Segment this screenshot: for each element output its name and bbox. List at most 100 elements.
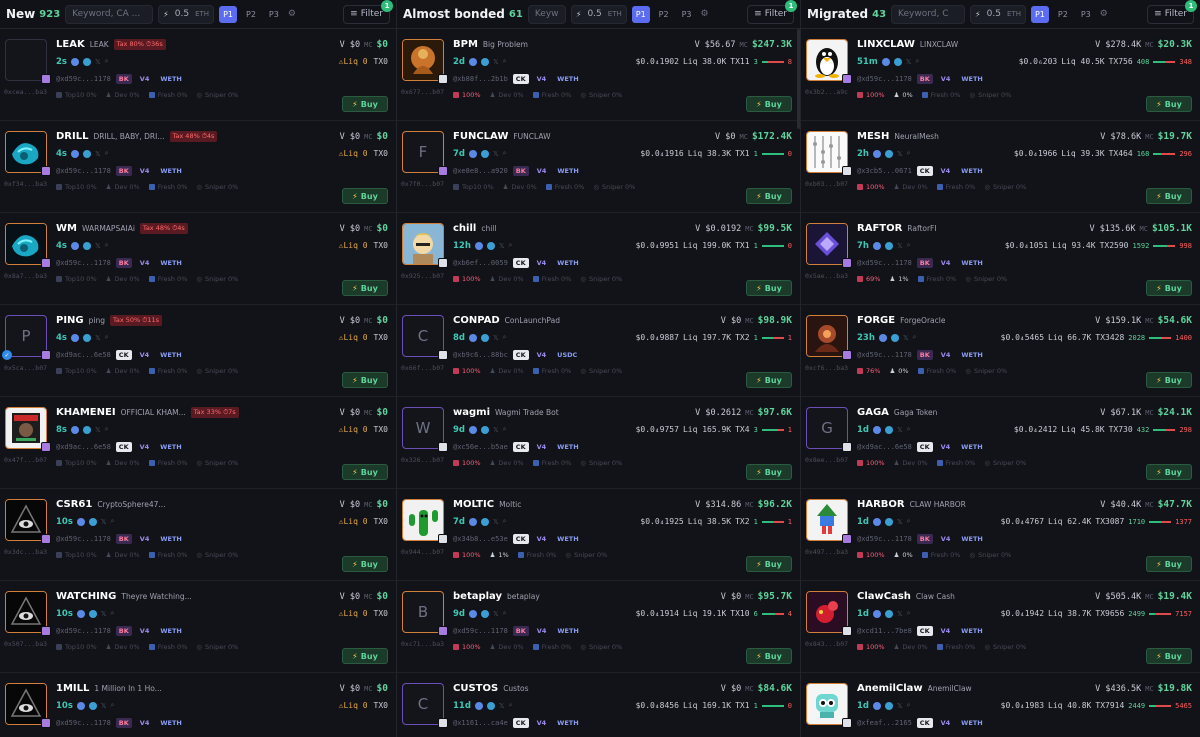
dev-wallet[interactable]: @xd9ac...6e58	[56, 351, 111, 359]
token-card[interactable]: 0x507...ba3 WATCHING Theyre Watching... V $…	[0, 581, 396, 673]
contract-address[interactable]: 0xcf6...ba3	[805, 364, 848, 372]
token-card[interactable]: F 0x7f0...b07 FUNCLAW FUNCLAW V $0 MC $172.4K 7…	[397, 121, 800, 213]
twitter-icon[interactable]: 𝕏	[897, 150, 903, 158]
twitter-icon[interactable]: 𝕏	[493, 58, 499, 66]
twitter-icon[interactable]: 𝕏	[499, 242, 505, 250]
token-card[interactable]: 0x5ae...ba3 RAFTOR RaftorFI V $135.6K MC $105…	[801, 213, 1200, 305]
buy-amount-input[interactable]: ⚡ 0.5 ETH	[570, 4, 627, 24]
contract-address[interactable]: 0x8a7...ba3	[4, 272, 47, 280]
dev-wallet[interactable]: @xfeaf...2165	[857, 719, 912, 727]
preset-p2[interactable]: P2	[242, 6, 260, 23]
contract-address[interactable]: 0x925...b07	[401, 272, 444, 280]
search-icon[interactable]: ⌕	[105, 425, 109, 434]
buy-button[interactable]: ⚡ Buy	[1146, 464, 1192, 480]
dev-wallet[interactable]: @xd59c...1178	[453, 627, 508, 635]
twitter-icon[interactable]: 𝕏	[95, 58, 101, 66]
buy-button[interactable]: ⚡ Buy	[746, 556, 792, 572]
globe-icon[interactable]	[82, 425, 91, 434]
globe-icon[interactable]	[893, 57, 902, 66]
search-icon[interactable]: ⌕	[105, 333, 109, 342]
globe-icon[interactable]	[885, 517, 893, 526]
token-symbol[interactable]: ClawCash	[857, 591, 911, 602]
globe-icon[interactable]	[481, 609, 489, 618]
contract-address[interactable]: 0xcea...ba3	[4, 88, 47, 96]
contract-address[interactable]: 0x47f...b07	[4, 456, 47, 464]
dev-wallet[interactable]: @xd59c...1178	[56, 75, 111, 83]
buy-button[interactable]: ⚡ Buy	[342, 372, 388, 388]
search-icon[interactable]: ⌕	[913, 333, 917, 342]
buy-amount-input[interactable]: ⚡ 0.5 ETH	[970, 4, 1026, 24]
token-card[interactable]: P ✓ 0x5ca...b07 PING ping Tax 50% ⏱11s V $0 MC $…	[0, 305, 396, 397]
token-symbol[interactable]: WATCHING	[56, 591, 116, 602]
buy-button[interactable]: ⚡ Buy	[1146, 96, 1192, 112]
globe-icon[interactable]	[82, 333, 91, 342]
search-icon[interactable]: ⌕	[111, 701, 115, 710]
token-card[interactable]: 0x8a7...ba3 WM WARMAPSAIAi Tax 48% ⏱4s V $0 M…	[0, 213, 396, 305]
globe-icon[interactable]	[481, 425, 489, 434]
avatar-wrapper[interactable]: F	[402, 131, 448, 176]
globe-icon[interactable]	[885, 609, 893, 618]
dev-wallet[interactable]: @xb6ef...0059	[453, 259, 508, 267]
twitter-icon[interactable]: 𝕏	[95, 150, 101, 158]
token-card[interactable]: 0xb03...b07 MESH NeuralMesh V $78.6K MC $19.7…	[801, 121, 1200, 213]
globe-icon[interactable]	[88, 517, 97, 526]
token-symbol[interactable]: PING	[56, 315, 84, 326]
twitter-icon[interactable]: 𝕏	[897, 426, 903, 434]
search-icon[interactable]: ⌕	[907, 701, 911, 710]
search-icon[interactable]: ⌕	[907, 149, 911, 158]
twitter-icon[interactable]: 𝕏	[493, 150, 499, 158]
gear-icon[interactable]: ⚙	[701, 9, 709, 19]
buy-button[interactable]: ⚡ Buy	[746, 648, 792, 664]
search-icon[interactable]: ⌕	[105, 149, 109, 158]
token-symbol[interactable]: FUNCLAW	[453, 131, 508, 142]
globe-icon[interactable]	[885, 425, 893, 434]
token-card[interactable]: 0x677...b07 BPM Big Problem V $56.67 MC $247.…	[397, 29, 800, 121]
buy-button[interactable]: ⚡ Buy	[342, 464, 388, 480]
search-icon[interactable]: ⌕	[111, 609, 115, 618]
buy-button[interactable]: ⚡ Buy	[746, 188, 792, 204]
twitter-icon[interactable]: 𝕏	[897, 518, 903, 526]
token-card[interactable]: 0x944...b07 MOLTIC Moltic V $314.86 MC $96.2K…	[397, 489, 800, 581]
avatar-wrapper[interactable]	[5, 683, 51, 728]
token-card[interactable]: 0x47f...b07 KHAMENEI OFFICIAL KHAM... Tax 3…	[0, 397, 396, 489]
avatar-wrapper[interactable]	[5, 591, 51, 636]
avatar-wrapper[interactable]	[806, 39, 852, 84]
token-card[interactable]: 0x843...b07 ClawCash Claw Cash V $505.4K MC $…	[801, 581, 1200, 673]
globe-icon[interactable]	[486, 701, 495, 710]
dev-wallet[interactable]: @xd59c...1178	[56, 627, 111, 635]
globe-icon[interactable]	[486, 241, 495, 250]
avatar-wrapper[interactable]	[402, 499, 448, 544]
avatar-wrapper[interactable]: G	[806, 407, 852, 452]
dev-wallet[interactable]: @xcd11...7be8	[857, 627, 912, 635]
token-card[interactable]: 0x3dc...ba3 CSR61 CryptoSphere47... V $0 MC $…	[0, 489, 396, 581]
buy-button[interactable]: ⚡ Buy	[342, 556, 388, 572]
token-card[interactable]: C CUSTOS Custos V $0 MC $84.6K 11d 𝕏 ⌕ $0.0₄8456 L…	[397, 673, 800, 737]
contract-address[interactable]: 0xf34...ba3	[4, 180, 47, 188]
globe-icon[interactable]	[82, 241, 91, 250]
contract-address[interactable]: 0x3dc...ba3	[4, 548, 47, 556]
token-symbol[interactable]: betaplay	[453, 591, 502, 602]
search-icon[interactable]: ⌕	[503, 517, 507, 526]
token-symbol[interactable]: DRILL	[56, 131, 88, 142]
buy-button[interactable]: ⚡ Buy	[1146, 372, 1192, 388]
contract-address[interactable]: 0x944...b07	[401, 548, 444, 556]
globe-icon[interactable]	[481, 149, 489, 158]
dev-wallet[interactable]: @xd59c...1178	[857, 535, 912, 543]
avatar-wrapper[interactable]	[5, 407, 51, 452]
buy-button[interactable]: ⚡ Buy	[1146, 188, 1192, 204]
search-input[interactable]: Keyw	[527, 4, 566, 24]
search-icon[interactable]: ⌕	[907, 609, 911, 618]
buy-button[interactable]: ⚡ Buy	[1146, 280, 1192, 296]
filter-button[interactable]: ≡ Filter 1	[343, 0, 393, 24]
gear-icon[interactable]: ⚙	[1100, 9, 1108, 19]
contract-address[interactable]: 0x497...ba3	[805, 548, 848, 556]
token-card[interactable]: W 0x326...b07 wagmi Wagmi Trade Bot V $0.261…	[397, 397, 800, 489]
token-card[interactable]: B 0xc71...ba3 betaplay betaplay V $0 MC $95.7K…	[397, 581, 800, 673]
search-icon[interactable]: ⌕	[915, 57, 919, 66]
token-card[interactable]: 0xf34...ba3 DRILL DRILL, BABY, DRI... Tax 4…	[0, 121, 396, 213]
contract-address[interactable]: 0x8ee...b07	[805, 456, 848, 464]
twitter-icon[interactable]: 𝕏	[493, 334, 499, 342]
globe-icon[interactable]	[890, 333, 899, 342]
avatar-wrapper[interactable]	[806, 315, 852, 360]
token-symbol[interactable]: GAGA	[857, 407, 889, 418]
